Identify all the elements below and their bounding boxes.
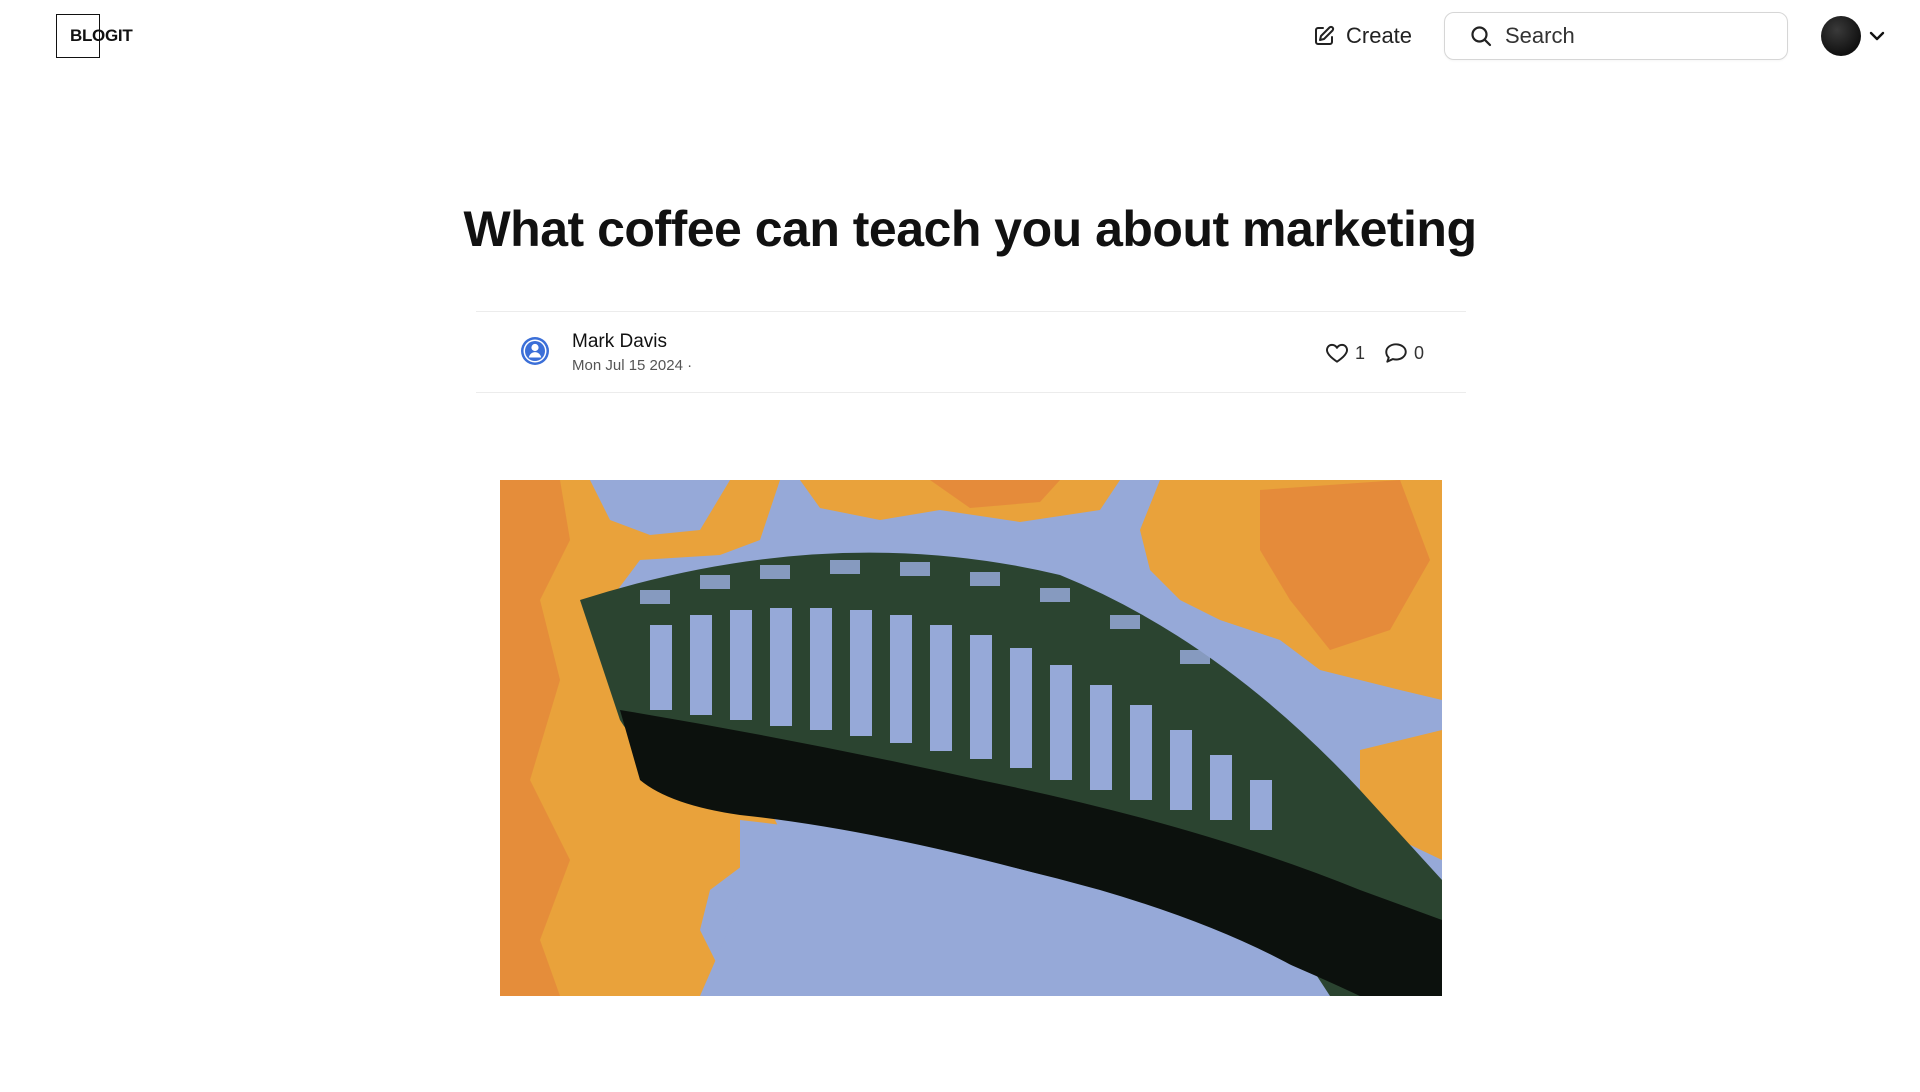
post-date: Mon Jul 15 2024 · <box>572 357 693 374</box>
like-count: 1 <box>1354 342 1365 363</box>
chevron-down-icon[interactable] <box>1867 26 1887 46</box>
user-menu[interactable] <box>1821 16 1887 56</box>
article-hero-image <box>500 480 1442 996</box>
comment-button[interactable]: 0 <box>1383 340 1424 366</box>
comment-count: 0 <box>1413 342 1424 363</box>
like-button[interactable]: 1 <box>1324 340 1365 366</box>
pencil-square-icon <box>1315 25 1335 45</box>
search-box[interactable] <box>1444 12 1788 60</box>
logo-text[interactable]: BLOGIT <box>70 26 133 46</box>
user-circle-icon[interactable] <box>520 336 550 366</box>
speech-bubble-icon <box>1385 343 1407 363</box>
heart-icon <box>1326 343 1348 363</box>
create-button-label: Create <box>1346 23 1413 48</box>
top-navigation-bar: BLOGIT Create <box>0 0 1920 72</box>
create-button[interactable]: Create <box>1312 20 1412 52</box>
magnifier-icon <box>1471 26 1492 47</box>
article-stats: 1 0 <box>1324 340 1424 366</box>
pixel-art-bridge-illustration <box>500 480 1442 996</box>
article-meta-bar: Mark Davis Mon Jul 15 2024 · 1 0 <box>476 311 1466 393</box>
user-avatar[interactable] <box>1821 16 1861 56</box>
article-title: What coffee can teach you about marketin… <box>463 201 1477 257</box>
author-name[interactable]: Mark Davis <box>572 331 667 353</box>
search-input[interactable] <box>1503 22 1767 50</box>
